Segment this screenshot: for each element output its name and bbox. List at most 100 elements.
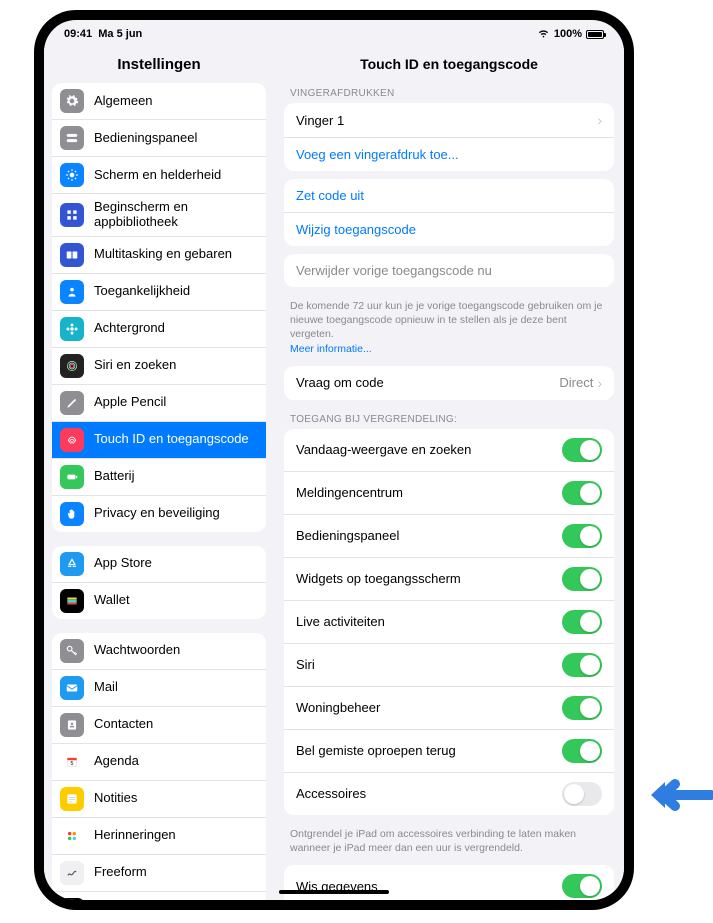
- sidebar-item-label: Toegankelijkheid: [94, 284, 256, 299]
- sidebar-item-siri[interactable]: Siri en zoeken: [52, 348, 266, 385]
- remove-prev-row[interactable]: Verwijder vorige toegangscode nu: [284, 254, 614, 287]
- sidebar-item-label: Freeform: [94, 865, 256, 880]
- locked-access-row[interactable]: Bedieningspaneel: [284, 515, 614, 558]
- page-title: Touch ID en toegangscode: [274, 48, 624, 82]
- sidebar-item-label: Contacten: [94, 717, 256, 732]
- locked-access-toggle[interactable]: [562, 481, 602, 505]
- locked-access-toggle[interactable]: [562, 438, 602, 462]
- sidebar-item-pencil[interactable]: Apple Pencil: [52, 385, 266, 422]
- sidebar-item-voice[interactable]: Dictafoon: [52, 892, 266, 900]
- locked-access-row[interactable]: Siri: [284, 644, 614, 687]
- sidebar-item-touchid[interactable]: Touch ID en toegangscode: [52, 422, 266, 459]
- freeform-icon: [60, 861, 84, 885]
- sidebar-group: App Store Wallet: [52, 546, 266, 619]
- sidebar-item-sun[interactable]: Scherm en helderheid: [52, 157, 266, 194]
- reminders-icon: [60, 824, 84, 848]
- status-bar: 09:41 Ma 5 jun 100%: [44, 20, 624, 48]
- voice-icon: [60, 898, 84, 900]
- notes-icon: [60, 787, 84, 811]
- sidebar-item-appstore[interactable]: App Store: [52, 546, 266, 583]
- contacts-icon: [60, 713, 84, 737]
- ipad-device: 09:41 Ma 5 jun 100% Instellingen Algemee…: [34, 10, 634, 910]
- mail-icon: [60, 676, 84, 700]
- sidebar-item-switches[interactable]: Bedieningspaneel: [52, 120, 266, 157]
- sidebar-item-label: Wallet: [94, 593, 256, 608]
- battery-percent: 100%: [554, 28, 582, 40]
- allow-when-locked-group: Vandaag-weergave en zoeken Meldingencentr…: [284, 429, 614, 815]
- sidebar-item-hand[interactable]: Privacy en beveiliging: [52, 496, 266, 532]
- locked-access-row[interactable]: Meldingencentrum: [284, 472, 614, 515]
- more-info-link[interactable]: Meer informatie...: [290, 343, 372, 355]
- erase-data-toggle[interactable]: [562, 874, 602, 898]
- remove-prev-group: Verwijder vorige toegangscode nu: [284, 254, 614, 287]
- status-right: 100%: [537, 26, 604, 42]
- person-icon: [60, 280, 84, 304]
- require-passcode-row[interactable]: Vraag om code Direct ›: [284, 366, 614, 400]
- settings-sidebar[interactable]: Instellingen Algemeen Bedieningspaneel Sch…: [44, 48, 274, 900]
- locked-access-label: Live activiteiten: [296, 614, 385, 629]
- callout-arrow-icon: [643, 770, 713, 820]
- sidebar-item-mail[interactable]: Mail: [52, 670, 266, 707]
- locked-access-label: Accessoires: [296, 786, 366, 801]
- flower-icon: [60, 317, 84, 341]
- sidebar-item-reminders[interactable]: Herinneringen: [52, 818, 266, 855]
- locked-access-label: Meldingencentrum: [296, 485, 403, 500]
- locked-access-toggle[interactable]: [562, 567, 602, 591]
- sidebar-item-label: Beginscherm en appbibliotheek: [94, 200, 256, 230]
- section-header-locked: TOEGANG BIJ VERGRENDELING:: [274, 408, 624, 429]
- status-time: 09:41: [64, 28, 92, 40]
- sidebar-title: Instellingen: [44, 48, 274, 83]
- locked-access-row[interactable]: Bel gemiste oproepen terug: [284, 730, 614, 773]
- locked-access-row[interactable]: Accessoires: [284, 773, 614, 815]
- pencil-icon: [60, 391, 84, 415]
- locked-access-toggle[interactable]: [562, 782, 602, 806]
- rects-icon: [60, 243, 84, 267]
- turn-off-passcode-row[interactable]: Zet code uit: [284, 179, 614, 213]
- locked-access-row[interactable]: Woningbeheer: [284, 687, 614, 730]
- locked-access-label: Widgets op toegangsscherm: [296, 571, 461, 586]
- locked-footer: Ontgrendel je iPad om accessoires verbin…: [274, 823, 624, 865]
- locked-access-toggle[interactable]: [562, 653, 602, 677]
- sidebar-item-key[interactable]: Wachtwoorden: [52, 633, 266, 670]
- sidebar-item-label: Achtergrond: [94, 321, 256, 336]
- passcode-group: Zet code uit Wijzig toegangscode: [284, 179, 614, 246]
- erase-data-row[interactable]: Wis gegevens: [284, 865, 614, 900]
- sidebar-item-label: Privacy en beveiliging: [94, 506, 256, 521]
- locked-access-toggle[interactable]: [562, 524, 602, 548]
- grid-icon: [60, 203, 84, 227]
- sidebar-item-wallet[interactable]: Wallet: [52, 583, 266, 619]
- locked-access-label: Siri: [296, 657, 315, 672]
- locked-access-toggle[interactable]: [562, 610, 602, 634]
- locked-access-toggle[interactable]: [562, 739, 602, 763]
- fingerprint-row[interactable]: Vinger 1 ›: [284, 103, 614, 138]
- locked-access-row[interactable]: Live activiteiten: [284, 601, 614, 644]
- locked-access-label: Bedieningspaneel: [296, 528, 399, 543]
- sidebar-group: Algemeen Bedieningspaneel Scherm en helder…: [52, 83, 266, 532]
- change-passcode-row[interactable]: Wijzig toegangscode: [284, 213, 614, 246]
- sidebar-item-battery[interactable]: Batterij: [52, 459, 266, 496]
- locked-access-label: Woningbeheer: [296, 700, 380, 715]
- battery-icon: [586, 30, 604, 39]
- sidebar-item-calendar[interactable]: 5Agenda: [52, 744, 266, 781]
- main-pane[interactable]: Touch ID en toegangscode VINGERAFDRUKKEN…: [274, 48, 624, 900]
- sidebar-item-grid[interactable]: Beginscherm en appbibliotheek: [52, 194, 266, 237]
- sidebar-item-person[interactable]: Toegankelijkheid: [52, 274, 266, 311]
- home-indicator[interactable]: [279, 890, 389, 894]
- locked-access-row[interactable]: Widgets op toegangsscherm: [284, 558, 614, 601]
- sidebar-item-label: Herinneringen: [94, 828, 256, 843]
- sidebar-item-label: Bedieningspaneel: [94, 131, 256, 146]
- locked-access-toggle[interactable]: [562, 696, 602, 720]
- sidebar-item-label: Siri en zoeken: [94, 358, 256, 373]
- sidebar-item-label: App Store: [94, 556, 256, 571]
- sidebar-item-gear[interactable]: Algemeen: [52, 83, 266, 120]
- key-icon: [60, 639, 84, 663]
- sidebar-item-flower[interactable]: Achtergrond: [52, 311, 266, 348]
- sidebar-item-notes[interactable]: Notities: [52, 781, 266, 818]
- sidebar-item-freeform[interactable]: Freeform: [52, 855, 266, 892]
- locked-access-row[interactable]: Vandaag-weergave en zoeken: [284, 429, 614, 472]
- sidebar-item-label: Touch ID en toegangscode: [94, 432, 256, 447]
- add-fingerprint-row[interactable]: Voeg een vingerafdruk toe...: [284, 138, 614, 171]
- sidebar-item-contacts[interactable]: Contacten: [52, 707, 266, 744]
- require-passcode-group: Vraag om code Direct ›: [284, 366, 614, 400]
- sidebar-item-rects[interactable]: Multitasking en gebaren: [52, 237, 266, 274]
